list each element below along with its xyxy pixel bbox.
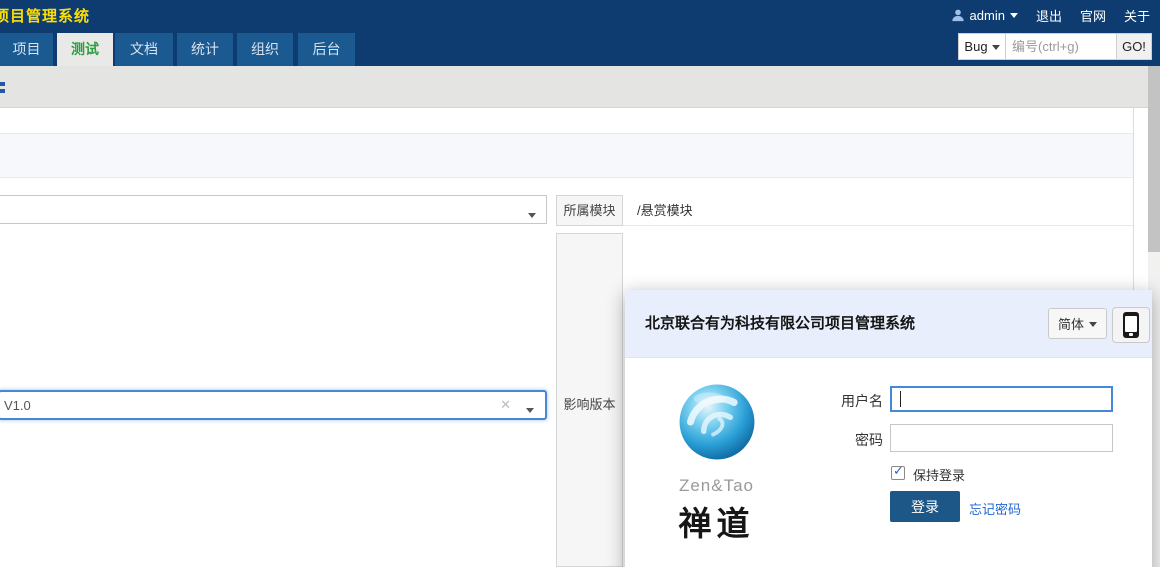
about-link[interactable]: 关于 [1124, 6, 1150, 25]
checkmark-icon: ✓ [893, 463, 904, 478]
main-nav: 项目 测试 文档 统计 组织 后台 Bug GO! [0, 30, 1160, 66]
forgot-password-link[interactable]: 忘记密码 [969, 499, 1021, 518]
mobile-version-button[interactable] [1112, 307, 1150, 343]
chevron-down-icon [991, 44, 1000, 54]
module-label: 所属模块 [556, 195, 623, 226]
module-value[interactable]: /悬赏模块 [623, 195, 1133, 226]
text-cursor [900, 391, 901, 407]
login-modal: 北京联合有为科技有限公司项目管理系统 简体 Zen&Tao 禅道 用户名 密码 … [625, 290, 1152, 567]
official-site-link[interactable]: 官网 [1080, 6, 1106, 25]
user-icon [951, 9, 964, 22]
tab-organization[interactable]: 组织 [237, 33, 293, 66]
search-go-button[interactable]: GO! [1116, 33, 1152, 60]
logo-text-en: Zen&Tao [678, 476, 755, 495]
password-label: 密码 [855, 432, 883, 448]
language-dropdown[interactable]: 简体 [1048, 308, 1107, 339]
search-input[interactable] [1005, 33, 1116, 60]
app-screen: 项目管理系统 admin 退出 官网 关于 项目 测试 文档 统计 组织 后台 … [0, 0, 1160, 567]
search-type-dropdown[interactable]: Bug [958, 33, 1005, 60]
keep-login-checkbox[interactable]: ✓ [891, 463, 905, 480]
affected-version-label: 影响版本 [563, 397, 616, 412]
username-input[interactable] [890, 386, 1113, 412]
zentao-sphere-icon [679, 384, 754, 460]
clipped-menu-item[interactable] [0, 82, 5, 95]
phone-icon [1123, 312, 1139, 338]
login-modal-title: 北京联合有为科技有限公司项目管理系统 [645, 315, 916, 332]
username-text: admin [969, 7, 1005, 23]
left-form-select[interactable] [0, 195, 547, 224]
tab-test[interactable]: 测试 [57, 33, 113, 66]
user-menu: admin 退出 官网 关于 [951, 0, 1150, 30]
chevron-down-icon [1009, 13, 1018, 22]
scrollbar-thumb[interactable] [1148, 66, 1160, 252]
tab-report[interactable]: 统计 [177, 33, 233, 66]
affected-version-label-cell: 影响版本 [556, 233, 623, 567]
topbar: 项目管理系统 admin 退出 官网 关于 [0, 0, 1160, 30]
password-input[interactable] [890, 424, 1113, 452]
chevron-down-icon [528, 213, 536, 222]
tab-admin[interactable]: 后台 [298, 33, 355, 66]
keep-login-label: 保持登录 [913, 468, 966, 483]
tab-doc[interactable]: 文档 [115, 33, 173, 66]
affected-version-input[interactable] [4, 392, 444, 418]
user-dropdown[interactable]: admin [951, 8, 1018, 23]
form-header-panel [0, 133, 1133, 178]
username-label: 用户名 [841, 393, 883, 409]
affected-version-combo[interactable]: ✕ [0, 390, 547, 420]
chevron-down-icon[interactable] [526, 408, 534, 417]
app-title: 项目管理系统 [0, 8, 91, 25]
language-label: 简体 [1057, 317, 1084, 332]
clear-icon[interactable]: ✕ [500, 397, 511, 413]
logout-link[interactable]: 退出 [1036, 6, 1062, 25]
login-modal-header: 北京联合有为科技有限公司项目管理系统 简体 [625, 290, 1152, 358]
quick-search: Bug GO! [958, 33, 1152, 60]
logo-text-cn: 禅道 [678, 507, 755, 543]
search-type-label: Bug [964, 39, 988, 54]
chevron-down-icon [1089, 321, 1097, 331]
login-button[interactable]: 登录 [890, 491, 960, 522]
menubar [0, 66, 1160, 108]
tab-project[interactable]: 项目 [0, 33, 53, 66]
